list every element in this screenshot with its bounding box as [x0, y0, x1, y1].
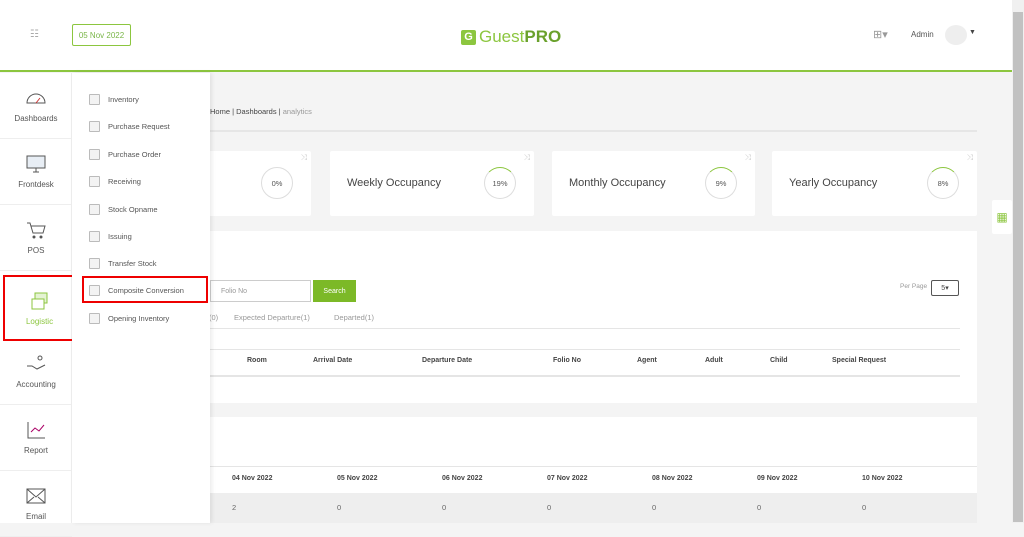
sidebar-item-dashboards[interactable]: Dashboards	[0, 73, 72, 139]
breadcrumb-dashboards[interactable]: Dashboards	[236, 107, 276, 116]
breadcrumb-home[interactable]: Home	[210, 107, 230, 116]
submenu-stock-opname[interactable]: Stock Opname	[89, 201, 158, 217]
monthly-occupancy-card: Monthly Occupancy 9% ⤨	[552, 151, 755, 216]
forecast-date: 04 Nov 2022	[232, 475, 273, 482]
shuffle-icon: ⤨	[300, 153, 307, 162]
scrollbar-thumb[interactable]	[1013, 12, 1023, 522]
sidebar-item-email[interactable]: Email	[0, 471, 72, 537]
clipboard-icon	[89, 93, 100, 105]
submenu-receiving[interactable]: Receiving	[89, 173, 141, 189]
hand-coins-icon	[27, 355, 46, 370]
forecast-value: 2	[232, 503, 237, 512]
sidebar-item-frontdesk[interactable]: Frontdesk	[0, 139, 72, 205]
yearly-occupancy-card: Yearly Occupancy 8% ⤨	[772, 151, 977, 216]
inbox-out-icon	[89, 230, 100, 242]
tab-departed[interactable]: Departed(1)	[334, 313, 374, 322]
monitor-icon	[26, 155, 46, 173]
breadcrumb: Home | Dashboards | analytics	[210, 107, 312, 116]
sidebar-item-pos[interactable]: POS	[0, 205, 72, 271]
shuffle-icon: ⤨	[523, 153, 530, 162]
top-header: ☷ 05 Nov 2022 G GuestPRO ⊞▾ Admin ▼	[0, 0, 1012, 72]
progress-ring: 9%	[705, 167, 737, 199]
calendar-icon[interactable]: ▦	[992, 200, 1012, 234]
highlight-box	[82, 276, 208, 303]
submenu-transfer-stock[interactable]: Transfer Stock	[89, 255, 157, 271]
user-name: Admin	[911, 30, 934, 39]
chevron-down-icon[interactable]: ▼	[969, 29, 976, 36]
folder-open-icon	[89, 312, 100, 324]
clipboard-icon	[89, 148, 100, 160]
col-arrival-date[interactable]: Arrival Date	[313, 357, 352, 364]
tray-icon	[89, 203, 100, 215]
col-folio-no[interactable]: Folio No	[553, 357, 581, 364]
col-adult[interactable]: Adult	[705, 357, 723, 364]
logo-icon: G	[461, 29, 476, 45]
submenu-inventory[interactable]: Inventory	[89, 91, 139, 107]
shuffle-icon: ⤨	[966, 153, 973, 162]
forecast-value: 0	[652, 503, 657, 512]
inbox-in-icon	[89, 175, 100, 187]
folio-no-input[interactable]: Folio No	[210, 280, 311, 302]
forecast-value: 0	[547, 503, 552, 512]
submenu-purchase-request[interactable]: Purchase Request	[89, 118, 170, 134]
chart-icon	[27, 422, 45, 439]
guest-list-panel: Per Page 5 ▾	[210, 231, 977, 403]
menu-toggle-icon[interactable]: ☷	[30, 29, 39, 40]
forecast-date: 07 Nov 2022	[547, 475, 588, 482]
per-page-label: Per Page	[900, 283, 928, 290]
progress-ring: 19%	[484, 167, 516, 199]
logo: G GuestPRO	[461, 27, 561, 47]
apps-grid-icon[interactable]: ⊞▾	[873, 28, 888, 41]
progress-ring: 8%	[927, 167, 959, 199]
cart-icon	[27, 222, 46, 239]
progress-ring: 0%	[261, 167, 293, 199]
tab-expected-arrival[interactable]: (0)	[209, 313, 218, 322]
search-button[interactable]: Search	[313, 280, 356, 302]
sidebar-item-accounting[interactable]: Accounting	[0, 339, 72, 405]
forecast-date: 05 Nov 2022	[337, 475, 378, 482]
clipboard-icon	[89, 120, 100, 132]
sidebar: Dashboards Frontdesk POS Logistic Accoun…	[0, 73, 76, 537]
weekly-occupancy-card: Weekly Occupancy 19% ⤨	[330, 151, 534, 216]
forecast-value: 0	[442, 503, 447, 512]
per-page-select[interactable]: 5 ▾	[931, 280, 959, 296]
sidebar-item-logistic[interactable]: Logistic	[3, 275, 76, 341]
divider	[210, 130, 977, 132]
col-special-request[interactable]: Special Request	[832, 357, 886, 364]
forecast-date: 10 Nov 2022	[862, 475, 903, 482]
breadcrumb-current: analytics	[282, 107, 312, 116]
tab-expected-departure[interactable]: Expected Departure(1)	[234, 313, 310, 322]
submenu-issuing[interactable]: Issuing	[89, 228, 132, 244]
submenu-opening-inventory[interactable]: Opening Inventory	[89, 310, 169, 326]
col-departure-date[interactable]: Departure Date	[422, 357, 472, 364]
current-date: 05 Nov 2022	[72, 24, 131, 46]
sidebar-item-report[interactable]: Report	[0, 405, 72, 471]
col-agent[interactable]: Agent	[637, 357, 657, 364]
col-room[interactable]: Room	[247, 357, 267, 364]
gauge-icon	[26, 93, 46, 104]
forecast-date: 09 Nov 2022	[757, 475, 798, 482]
envelope-icon	[26, 488, 46, 504]
boxes-icon	[31, 292, 47, 309]
forecast-date: 08 Nov 2022	[652, 475, 693, 482]
forecast-date: 06 Nov 2022	[442, 475, 483, 482]
forecast-value: 0	[337, 503, 342, 512]
forecast-value: 0	[862, 503, 867, 512]
col-child[interactable]: Child	[770, 357, 788, 364]
transfer-icon	[89, 257, 100, 269]
shuffle-icon: ⤨	[744, 153, 751, 162]
avatar[interactable]	[945, 25, 967, 45]
submenu-purchase-order[interactable]: Purchase Order	[89, 146, 161, 162]
forecast-value: 0	[757, 503, 762, 512]
